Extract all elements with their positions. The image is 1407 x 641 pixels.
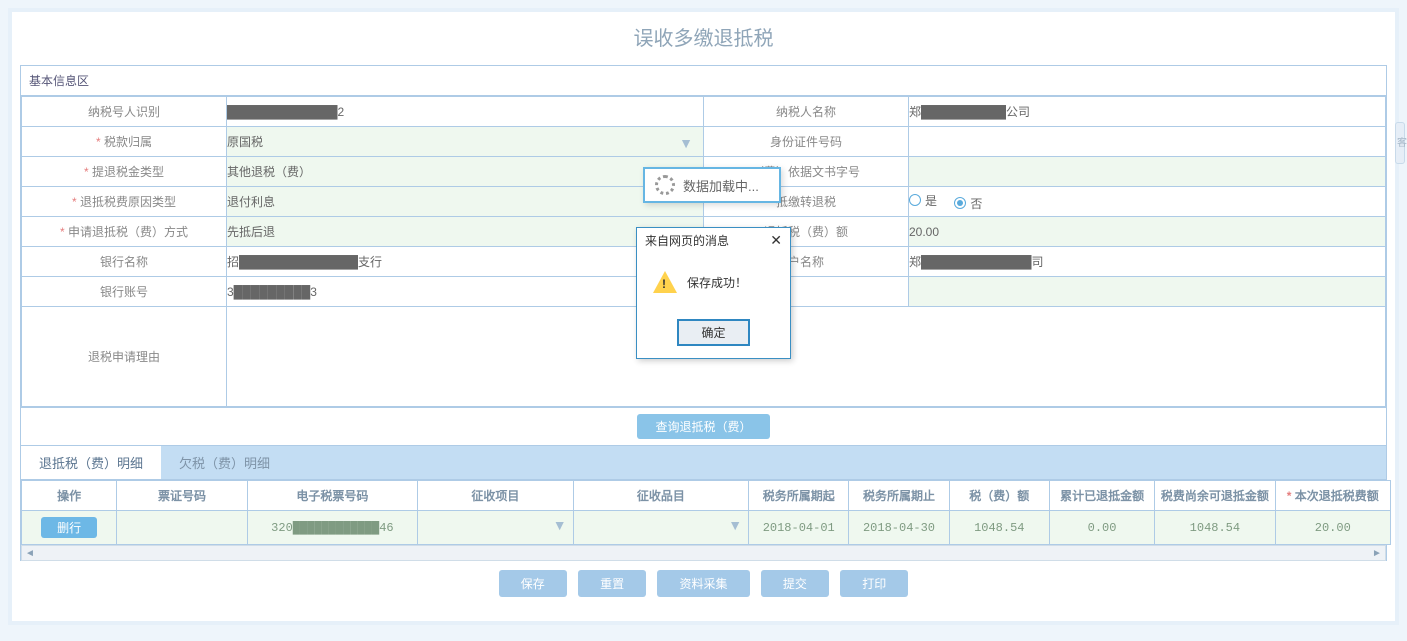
select-tax-belong[interactable]: 原国税 ▼ (227, 127, 704, 157)
loading-text: 数据加载中... (683, 176, 759, 195)
reset-button[interactable]: 重置 (578, 570, 646, 597)
cell-refunded: 0.00 (1049, 511, 1154, 545)
delete-row-button[interactable]: 删行 (41, 517, 97, 538)
value-doc-no[interactable] (909, 157, 1386, 187)
col-period-to: 税务所属期止 (849, 481, 949, 511)
value-taxpayer-name: 郑██████████公司 (909, 97, 1386, 127)
value-taxpayer-id: █████████████2 (227, 97, 704, 127)
select-apply-method[interactable]: 先抵后退 (227, 217, 704, 247)
select-reason-type[interactable]: 退付利息 (227, 187, 704, 217)
value-blank (909, 277, 1386, 307)
select-tax-belong-text: 原国税 (227, 135, 263, 149)
cell-coll-item[interactable]: ▼ (418, 511, 573, 545)
label-bank-name: 银行名称 (22, 247, 227, 277)
loading-toast: 数据加载中... (643, 167, 781, 203)
col-tax-amt: 税（费）额 (949, 481, 1049, 511)
ok-button[interactable]: 确定 (677, 319, 749, 346)
radio-yes-label: 是 (925, 192, 937, 209)
modal-body-text: 保存成功！ (687, 274, 747, 291)
cell-eticket: 320████████████46 (247, 511, 417, 545)
value-id-card (909, 127, 1386, 157)
label-bank-account: 银行账号 (22, 277, 227, 307)
col-refunded: 累计已退抵金额 (1049, 481, 1154, 511)
radio-yes[interactable]: 是 (909, 192, 937, 209)
collect-button[interactable]: 资料采集 (657, 570, 749, 597)
col-remain: 税费尚余可退抵金额 (1155, 481, 1275, 511)
save-success-modal: 来自网页的消息 ✕ 保存成功！ 确定 (636, 227, 791, 359)
cell-coll-sub[interactable]: ▼ (573, 511, 749, 545)
query-refund-button[interactable]: 查询退抵税（费） (637, 414, 769, 439)
tabs: 退抵税（费）明细 欠税（费）明细 (20, 446, 1387, 480)
radio-no[interactable]: 否 (954, 195, 982, 212)
scroll-left-arrow[interactable]: ◄ (22, 546, 38, 560)
col-this-refund: 本次退抵税费额 (1275, 481, 1390, 511)
spinner-icon (655, 175, 675, 195)
cell-tax-amt: 1048.54 (949, 511, 1049, 545)
chevron-down-icon: ▼ (728, 517, 742, 533)
cell-period-to: 2018-04-30 (849, 511, 949, 545)
radio-no-label: 否 (970, 195, 982, 212)
value-apply-amount[interactable]: 20.00 (909, 217, 1386, 247)
grid-table: 操作 票证号码 电子税票号码 征收项目 征收品目 税务所属期起 税务所属期止 税… (21, 480, 1391, 545)
chevron-down-icon: ▼ (553, 517, 567, 533)
warning-icon (653, 271, 677, 293)
section-title: 基本信息区 (21, 66, 1386, 96)
side-pill[interactable]: 客 (1395, 122, 1405, 164)
label-reason-type: 退抵税费原因类型 (22, 187, 227, 217)
scroll-track[interactable] (38, 546, 1369, 560)
chevron-down-icon: ▼ (679, 135, 693, 151)
select-refund-type[interactable]: 其他退税（费） ▼ (227, 157, 704, 187)
scroll-right-arrow[interactable]: ► (1369, 546, 1385, 560)
label-apply-method: 申请退抵税（费）方式 (22, 217, 227, 247)
query-bar: 查询退抵税（费） (21, 407, 1386, 445)
horizontal-scrollbar[interactable]: ◄ ► (21, 545, 1386, 561)
cell-period-from: 2018-04-01 (749, 511, 849, 545)
col-coll-item: 征收项目 (418, 481, 573, 511)
col-period-from: 税务所属期起 (749, 481, 849, 511)
value-bank-account: 3█████████3 (227, 277, 704, 307)
close-icon[interactable]: ✕ (770, 232, 782, 249)
page-title: 误收多缴退抵税 (12, 12, 1395, 65)
col-eticket: 电子税票号码 (247, 481, 417, 511)
radio-offset-refund: 是 否 (909, 187, 1386, 217)
col-cert: 票证号码 (117, 481, 247, 511)
cell-cert (117, 511, 247, 545)
tab-refund-detail[interactable]: 退抵税（费）明细 (21, 446, 161, 479)
cell-remain: 1048.54 (1155, 511, 1275, 545)
footer-buttons: 保存 重置 资料采集 提交 打印 (12, 570, 1395, 597)
modal-title: 来自网页的消息 (645, 232, 729, 249)
print-button[interactable]: 打印 (840, 570, 908, 597)
select-reason-type-text: 退付利息 (227, 195, 275, 209)
value-account-name: 郑█████████████司 (909, 247, 1386, 277)
textarea-reason[interactable] (227, 307, 1386, 407)
select-refund-type-text: 其他退税（费） (227, 165, 311, 179)
value-bank-name: 招██████████████支行 (227, 247, 704, 277)
submit-button[interactable]: 提交 (761, 570, 829, 597)
label-taxpayer-id: 纳税号人识别 (22, 97, 227, 127)
label-taxpayer-name: 纳税人名称 (704, 97, 909, 127)
label-id-card: 身份证件号码 (704, 127, 909, 157)
cell-this-refund[interactable]: 20.00 (1275, 511, 1390, 545)
tab-arrears-detail[interactable]: 欠税（费）明细 (161, 446, 288, 479)
grid-container: 操作 票证号码 电子税票号码 征收项目 征收品目 税务所属期起 税务所属期止 税… (20, 480, 1387, 561)
col-coll-sub: 征收品目 (573, 481, 749, 511)
label-tax-belong: 税款归属 (22, 127, 227, 157)
col-op: 操作 (22, 481, 117, 511)
save-button[interactable]: 保存 (499, 570, 567, 597)
label-reason: 退税申请理由 (22, 307, 227, 407)
select-apply-method-text: 先抵后退 (227, 225, 275, 239)
table-row: 删行 320████████████46 ▼ ▼ 2018-04-01 2018… (22, 511, 1391, 545)
label-refund-type: 提退税金类型 (22, 157, 227, 187)
